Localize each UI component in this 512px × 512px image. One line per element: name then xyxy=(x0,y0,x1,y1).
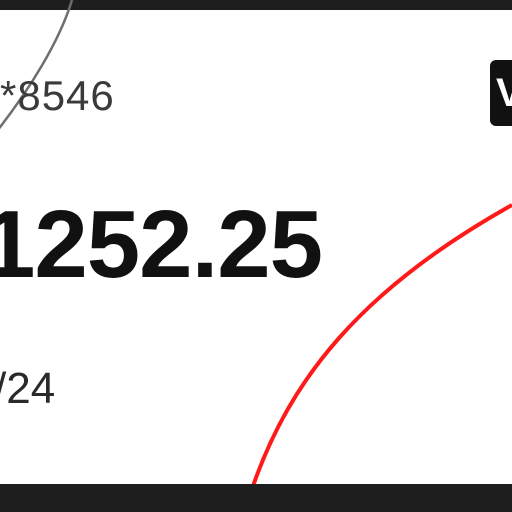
card-balance: 1252.25 xyxy=(0,191,323,298)
card-network-logo: V xyxy=(490,60,512,126)
top-frame-bar xyxy=(0,0,512,10)
masked-card-number: *8546 xyxy=(0,72,115,119)
payment-card-screen: *8546 V 1252.25 /24 xyxy=(0,0,512,512)
bottom-frame-bar xyxy=(0,484,512,512)
card-expiry-date: /24 xyxy=(0,364,56,413)
